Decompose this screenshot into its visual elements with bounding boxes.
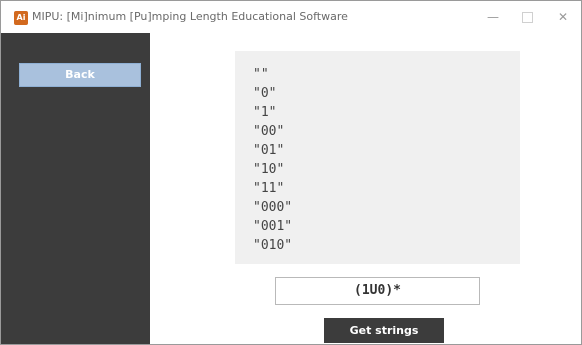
list-item: "00" (253, 124, 285, 139)
close-icon[interactable]: ✕ (548, 7, 578, 27)
list-item: "11" (253, 181, 285, 196)
get-strings-button[interactable]: Get strings (324, 318, 444, 343)
app-icon: Ai (14, 11, 28, 25)
title-bar[interactable]: Ai MIPU: [Mi]nimum [Pu]mping Length Educ… (1, 1, 581, 33)
list-item: "010" (253, 238, 293, 253)
back-button[interactable]: Back (19, 63, 141, 87)
list-item: "001" (253, 219, 293, 234)
list-item: "01" (253, 143, 285, 158)
window-title: MIPU: [Mi]nimum [Pu]mping Length Educati… (32, 10, 348, 23)
minimize-icon[interactable]: — (478, 7, 508, 27)
list-item: "1" (253, 105, 277, 120)
maximize-icon[interactable] (512, 7, 542, 27)
strings-list: "" "0" "1" "00" "01" "10" "11" "000" "00… (235, 51, 520, 264)
list-item: "0" (253, 86, 277, 101)
list-item: "10" (253, 162, 285, 177)
regex-input[interactable]: (1U0)* (275, 277, 480, 305)
list-item: "000" (253, 200, 293, 215)
app-window: Ai MIPU: [Mi]nimum [Pu]mping Length Educ… (0, 0, 582, 345)
list-item: "" (253, 67, 269, 82)
